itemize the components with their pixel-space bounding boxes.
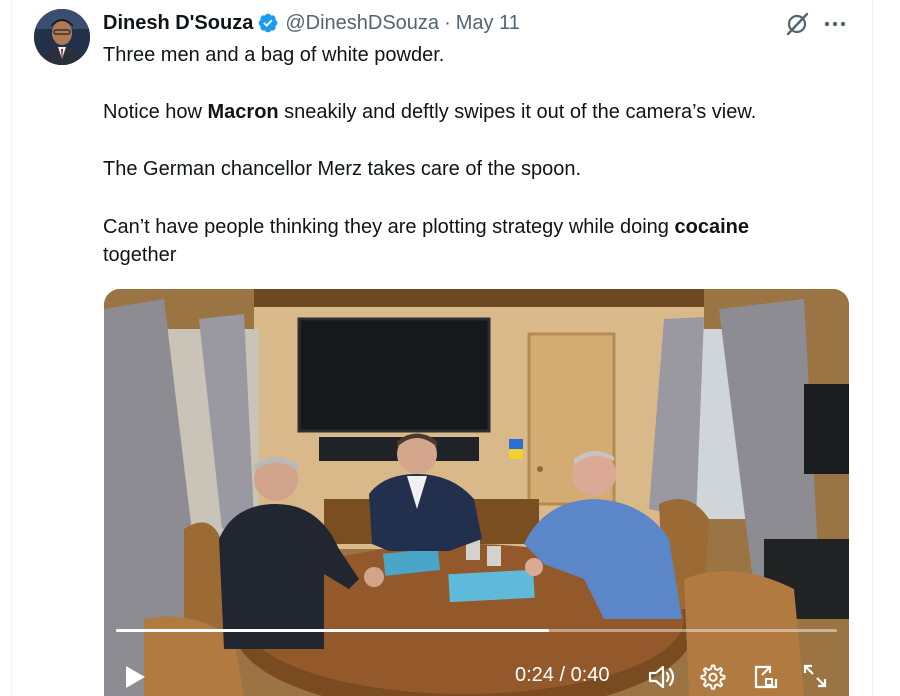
video-progress-fill (116, 629, 549, 632)
tweet-bold-cocaine: cocaine (674, 216, 749, 238)
author-name[interactable]: Dinesh D'Souza (103, 12, 253, 35)
tweet-paragraph-4-start: Can’t have people thinking they are plot… (103, 216, 675, 238)
tweet-paragraph-3: The German chancellor Merz takes care of… (103, 158, 582, 180)
tweet-paragraph-2-start: Notice how (103, 101, 208, 123)
volume-icon[interactable] (647, 663, 677, 691)
tweet-text-line-5: together (103, 241, 176, 269)
fullscreen-icon[interactable] (802, 663, 828, 689)
play-icon[interactable] (122, 663, 148, 691)
video-progress-bar[interactable] (116, 629, 837, 632)
verified-badge-icon[interactable] (257, 12, 279, 34)
video-player[interactable]: 0:24 / 0:40 (104, 289, 849, 696)
tweet-text-line-3: The German chancellor Merz takes care of… (103, 155, 581, 183)
avatar-image (34, 9, 90, 65)
tweet-paragraph-2-end: sneakily and deftly swipes it out of the… (278, 101, 757, 123)
tweet-date[interactable]: May 11 (456, 12, 520, 35)
tweet-bold-macron: Macron (207, 101, 279, 123)
tweet-text-line-1: Three men and a bag of white powder. (103, 41, 444, 69)
author-handle[interactable]: @DineshDSouza (285, 12, 439, 35)
tweet-text-line-2: Notice how Macron sneakily and deftly sw… (103, 98, 756, 126)
grok-icon[interactable] (784, 11, 810, 37)
timeline-divider-left (11, 0, 12, 696)
tweet-paragraph-1: Three men and a bag of white powder. (103, 44, 445, 66)
video-time-display: 0:24 / 0:40 (515, 664, 610, 686)
picture-in-picture-icon[interactable] (752, 663, 780, 691)
gear-icon[interactable] (698, 663, 726, 691)
separator-dot: · (444, 11, 451, 34)
more-options-icon[interactable] (822, 12, 848, 36)
tweet-header: Dinesh D'Souza @DineshDSouza · May 11 (103, 9, 520, 37)
avatar[interactable] (34, 9, 90, 65)
tweet-card[interactable]: Dinesh D'Souza @DineshDSouza · May 11 Th… (0, 0, 900, 696)
timeline-divider-right (872, 0, 873, 696)
video-frame (104, 289, 849, 696)
tweet-paragraph-4-end: together (103, 244, 177, 266)
tweet-text-line-4: Can’t have people thinking they are plot… (103, 213, 749, 241)
